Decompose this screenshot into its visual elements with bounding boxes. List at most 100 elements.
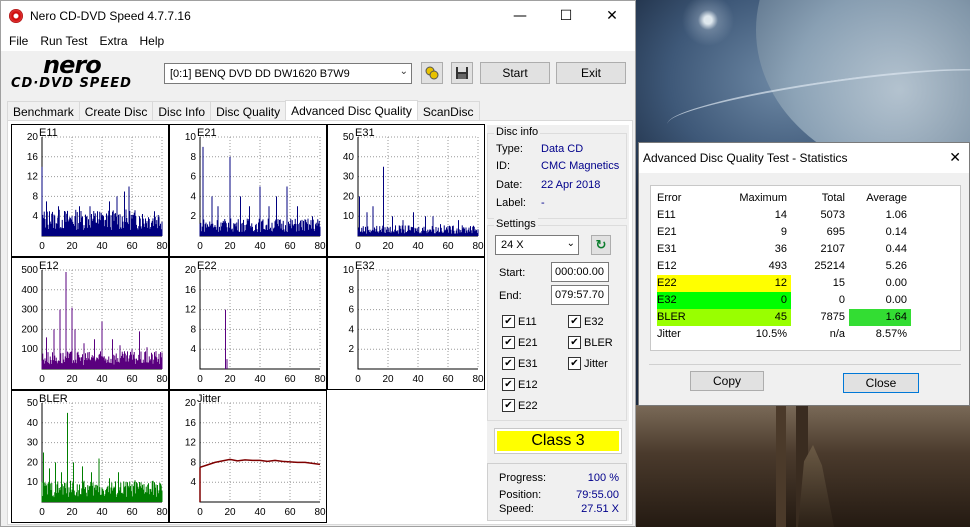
refresh-icon: ↻	[595, 237, 607, 253]
checkbox-e12[interactable]: ✔ E12	[502, 378, 538, 391]
chart-e12: 0 20 40 60 80 100 200 300 400 500 E12	[11, 257, 169, 390]
statistics-cell-name: E12	[657, 260, 677, 272]
drive-select-value: [0:1] BENQ DVD DD DW1620 B7W9	[170, 67, 350, 80]
tab-disc-info[interactable]: Disc Info	[152, 101, 212, 121]
x-tick-label: 40	[96, 374, 108, 385]
statistics-cell-max: 45	[731, 309, 791, 326]
drive-eject-button[interactable]	[421, 62, 443, 84]
x-tick-label: 60	[284, 507, 296, 518]
menu-run-test[interactable]: Run Test	[34, 34, 93, 48]
tab-advanced-disc-quality[interactable]: Advanced Disc Quality	[285, 100, 418, 121]
chart-svg-e21: 0 20 40 60 80 2 4 6 8 10	[185, 132, 326, 252]
checkbox-jitter-label: Jitter	[584, 357, 608, 370]
start-button[interactable]: Start	[480, 62, 550, 84]
minimize-icon: —	[513, 8, 527, 24]
y-tick-label: 2	[190, 211, 196, 222]
x-tick-label: 40	[96, 507, 108, 518]
maximize-icon: ☐	[559, 8, 573, 24]
y-tick-label: 12	[185, 438, 197, 449]
statistics-cell-max: 10.5%	[755, 328, 787, 340]
y-tick-label: 4	[190, 477, 196, 488]
logo-nero-text: nero	[43, 51, 102, 79]
tab-benchmark[interactable]: Benchmark	[7, 101, 80, 121]
y-tick-label: 500	[21, 265, 38, 276]
checkbox-e31-label: E31	[518, 357, 538, 370]
check-icon: ✔	[502, 315, 515, 328]
menubar: File Run Test Extra Help	[1, 31, 635, 51]
statistics-row-e12: E12 493 25214 5.26	[651, 258, 962, 275]
start-time-field[interactable]: 000:00.00	[551, 262, 609, 282]
x-tick-label: 80	[472, 241, 484, 252]
disc-info-title: Disc info	[494, 126, 541, 138]
checkbox-e32[interactable]: ✔ E32	[568, 315, 604, 328]
chart-title: E32	[355, 260, 375, 272]
checkbox-e32-label: E32	[584, 315, 604, 328]
menu-help[interactable]: Help	[134, 34, 171, 48]
save-button[interactable]	[451, 62, 473, 84]
minimize-button[interactable]: —	[497, 1, 543, 31]
y-tick-label: 30	[343, 172, 355, 183]
y-tick-label: 40	[343, 152, 355, 163]
close-button[interactable]: Close	[843, 373, 919, 393]
statistics-row-bler: BLER 45 7875 1.64	[651, 309, 962, 326]
y-tick-label: 8	[348, 285, 354, 296]
x-tick-label: 40	[96, 241, 108, 252]
statistics-row-e31: E31 36 2107 0.44	[651, 241, 962, 258]
drive-select[interactable]: [0:1] BENQ DVD DD DW1620 B7W9 ⌄	[164, 63, 412, 84]
y-tick-label: 8	[190, 152, 196, 163]
y-tick-label: 4	[32, 211, 38, 222]
x-tick-label: 60	[284, 374, 296, 385]
statistics-table: Error Maximum Total Average E11 14 5073 1.0…	[650, 185, 961, 351]
checkbox-e21[interactable]: ✔ E21	[502, 336, 538, 349]
statistics-cell-name: E32	[657, 292, 731, 309]
y-tick-label: 4	[190, 191, 196, 202]
x-tick-label: 40	[412, 374, 424, 385]
x-tick-label: 80	[314, 507, 326, 518]
chart-title: E31	[355, 127, 375, 139]
checkbox-e11[interactable]: ✔ E11	[502, 315, 537, 328]
x-tick-label: 80	[156, 241, 168, 252]
statistics-row-e21: E21 9 695 0.14	[651, 224, 962, 241]
statistics-cell-total: 7875	[820, 311, 845, 323]
check-icon: ✔	[568, 315, 581, 328]
end-time-field[interactable]: 079:57.70	[551, 285, 609, 305]
x-tick-label: 20	[66, 241, 78, 252]
x-tick-label: 0	[39, 241, 45, 252]
speed-value: 27.51 X	[581, 503, 619, 515]
menu-file[interactable]: File	[3, 34, 34, 48]
speed-select[interactable]: 24 X ⌄	[495, 235, 579, 255]
statistics-cell-total: 25214	[814, 260, 845, 272]
chart-title: E22	[197, 260, 217, 272]
maximize-button[interactable]: ☐	[543, 1, 589, 31]
statistics-dialog: Advanced Disc Quality Test - Statistics …	[638, 142, 970, 406]
quality-class-badge: Class 3	[494, 428, 622, 454]
disc-date-label: Date:	[496, 179, 523, 191]
column-header-total: Total	[821, 192, 845, 204]
close-icon[interactable]: ✕	[949, 150, 961, 166]
menu-extra[interactable]: Extra	[93, 34, 133, 48]
copy-button[interactable]: Copy	[690, 371, 764, 391]
checkbox-e22[interactable]: ✔ E22	[502, 399, 538, 412]
y-tick-label: 40	[27, 418, 39, 429]
y-tick-label: 2	[348, 344, 354, 355]
side-panel: Disc info Type: Data CD ID: CMC Magnetic…	[487, 125, 629, 521]
tab-create-disc[interactable]: Create Disc	[78, 101, 154, 121]
tab-scandisc[interactable]: ScanDisc	[416, 101, 480, 121]
tab-disc-quality[interactable]: Disc Quality	[210, 101, 287, 121]
y-tick-label: 20	[27, 132, 39, 143]
exit-button[interactable]: Exit	[556, 62, 626, 84]
refresh-speed-button[interactable]: ↻	[591, 235, 611, 255]
chart-title: BLER	[39, 393, 68, 405]
disc-label-value: -	[541, 197, 545, 209]
statistics-row-jitter: Jitter 10.5% n/a 8.57%	[651, 326, 962, 343]
y-tick-label: 10	[185, 132, 197, 143]
statistics-cell-name: E21	[657, 226, 677, 238]
checkbox-e31[interactable]: ✔ E31	[502, 357, 538, 370]
settings-title: Settings	[494, 218, 538, 230]
x-tick-label: 40	[254, 507, 266, 518]
close-window-button[interactable]: ✕	[589, 1, 635, 31]
checkbox-jitter[interactable]: ✔ Jitter	[568, 357, 608, 370]
titlebar: Nero CD-DVD Speed 4.7.7.16 — ☐ ✕	[1, 1, 635, 31]
position-row: Position: 79:55.00	[499, 489, 619, 501]
checkbox-bler[interactable]: ✔ BLER	[568, 336, 613, 349]
